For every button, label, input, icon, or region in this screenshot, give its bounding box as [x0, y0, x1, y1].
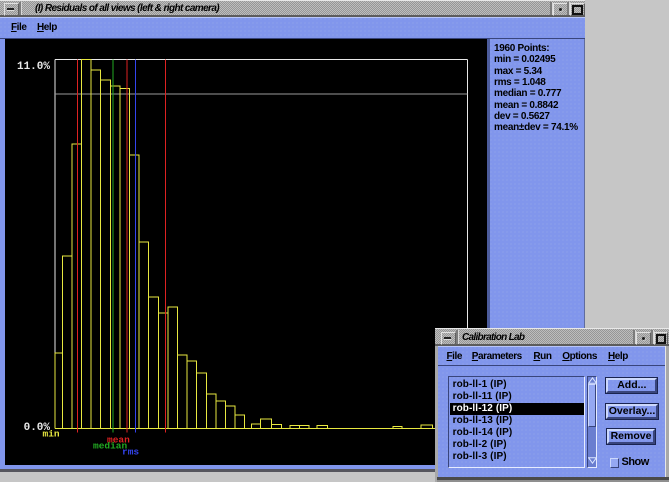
svg-text:11.0%: 11.0% [17, 61, 50, 73]
svg-text:rms: rms [122, 447, 139, 458]
svg-text:min: min [43, 429, 60, 440]
